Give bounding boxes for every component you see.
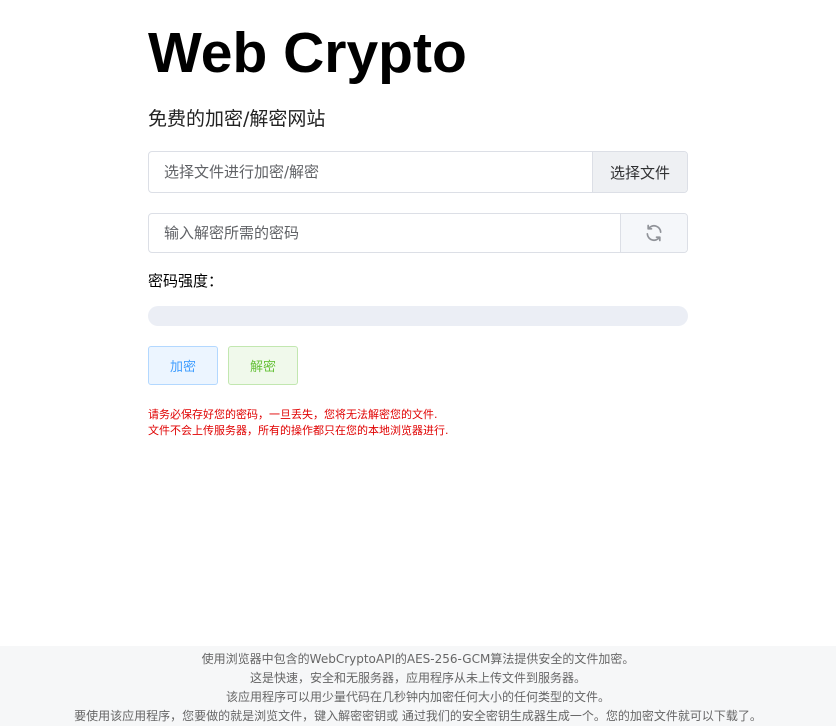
warning-text: 请务必保存好您的密码，一旦丢失，您将无法解密您的文件. 文件不会上传服务器，所有… (148, 407, 449, 439)
footer: 使用浏览器中包含的WebCryptoAPI的AES-256-GCM算法提供安全的… (0, 646, 836, 726)
page-subtitle: 免费的加密/解密网站 (148, 108, 326, 130)
footer-line: 使用浏览器中包含的WebCryptoAPI的AES-256-GCM算法提供安全的… (201, 652, 635, 666)
password-input[interactable] (149, 214, 620, 252)
encrypt-button[interactable]: 加密 (148, 346, 218, 385)
footer-line: 这是快速，安全和无服务器，应用程序从未上传文件到服务器。 (249, 671, 586, 685)
footer-line: 要使用该应用程序，您要做的就是浏览文件，键入解密密钥或 通过我们的安全密钥生成器… (74, 709, 762, 723)
decrypt-button[interactable]: 解密 (228, 346, 298, 385)
page: Web Crypto 免费的加密/解密网站 选择文件 密码强度： (0, 0, 836, 726)
choose-file-button[interactable]: 选择文件 (592, 152, 687, 192)
warning-line: 请务必保存好您的密码，一旦丢失，您将无法解密您的文件. (148, 408, 438, 421)
file-path-input[interactable] (149, 152, 592, 192)
page-title: Web Crypto (148, 21, 467, 85)
warning-line: 文件不会上传服务器，所有的操作都只在您的本地浏览器进行. (148, 424, 449, 437)
file-input-group: 选择文件 (148, 151, 688, 193)
footer-line: 该应用程序可以用少量代码在几秒钟内加密任何大小的任何类型的文件。 (225, 690, 610, 704)
password-strength-label: 密码强度： (148, 272, 224, 290)
refresh-icon (644, 223, 664, 243)
generate-password-button[interactable] (620, 214, 687, 252)
password-strength-bar (148, 306, 688, 326)
password-input-group (148, 213, 688, 253)
